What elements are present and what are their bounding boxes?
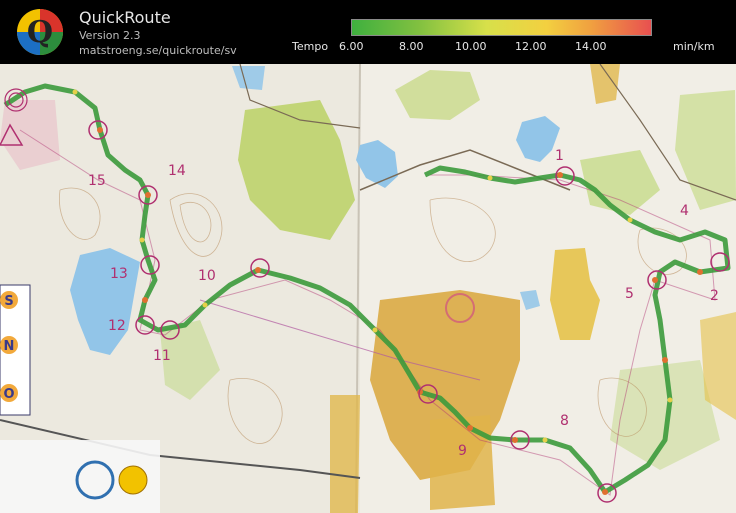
control-number: 11 xyxy=(153,348,171,364)
quickroute-logo-icon: Q xyxy=(17,9,63,55)
tempo-tick: 12.00 xyxy=(515,40,547,53)
tempo-label: Tempo xyxy=(292,40,329,53)
tempo-unit: min/km xyxy=(673,40,715,53)
yellow-field xyxy=(330,395,360,513)
control-number: 4 xyxy=(680,203,689,219)
legend-letter-o: O xyxy=(3,387,14,402)
legend-letter-n: N xyxy=(4,339,15,354)
yellow-field xyxy=(430,415,495,510)
quickroute-window: Q QuickRoute Version 2.3 matstroeng.se/q… xyxy=(0,0,736,513)
tempo-color-scale xyxy=(351,19,652,36)
tempo-tick: 8.00 xyxy=(399,40,424,53)
tempo-tick: 10.00 xyxy=(455,40,487,53)
control-number: 13 xyxy=(110,266,128,282)
tempo-tick: 6.00 xyxy=(339,40,364,53)
header-bar: Q QuickRoute Version 2.3 matstroeng.se/q… xyxy=(0,0,736,64)
club-badge-icon xyxy=(118,465,148,495)
control-number: 9 xyxy=(458,443,467,459)
control-number: 12 xyxy=(108,318,126,334)
app-version: Version 2.3 xyxy=(79,29,141,42)
app-title: QuickRoute xyxy=(79,8,171,27)
control-number: 5 xyxy=(625,286,634,302)
app-url[interactable]: matstroeng.se/quickroute/sv xyxy=(79,44,237,57)
control-number: 14 xyxy=(168,163,186,179)
control-number: 10 xyxy=(198,268,216,284)
legend-letter-s: S xyxy=(4,294,13,309)
control-number: 1 xyxy=(555,148,564,164)
tempo-tick: 14.00 xyxy=(575,40,607,53)
orienteering-map[interactable]: S N O 1 2 4 5 8 9 10 11 12 13 14 15 xyxy=(0,64,736,513)
logo-letter: Q xyxy=(27,15,53,50)
control-number: 2 xyxy=(710,288,719,304)
control-number: 15 xyxy=(88,173,106,189)
control-number: 8 xyxy=(560,413,569,429)
